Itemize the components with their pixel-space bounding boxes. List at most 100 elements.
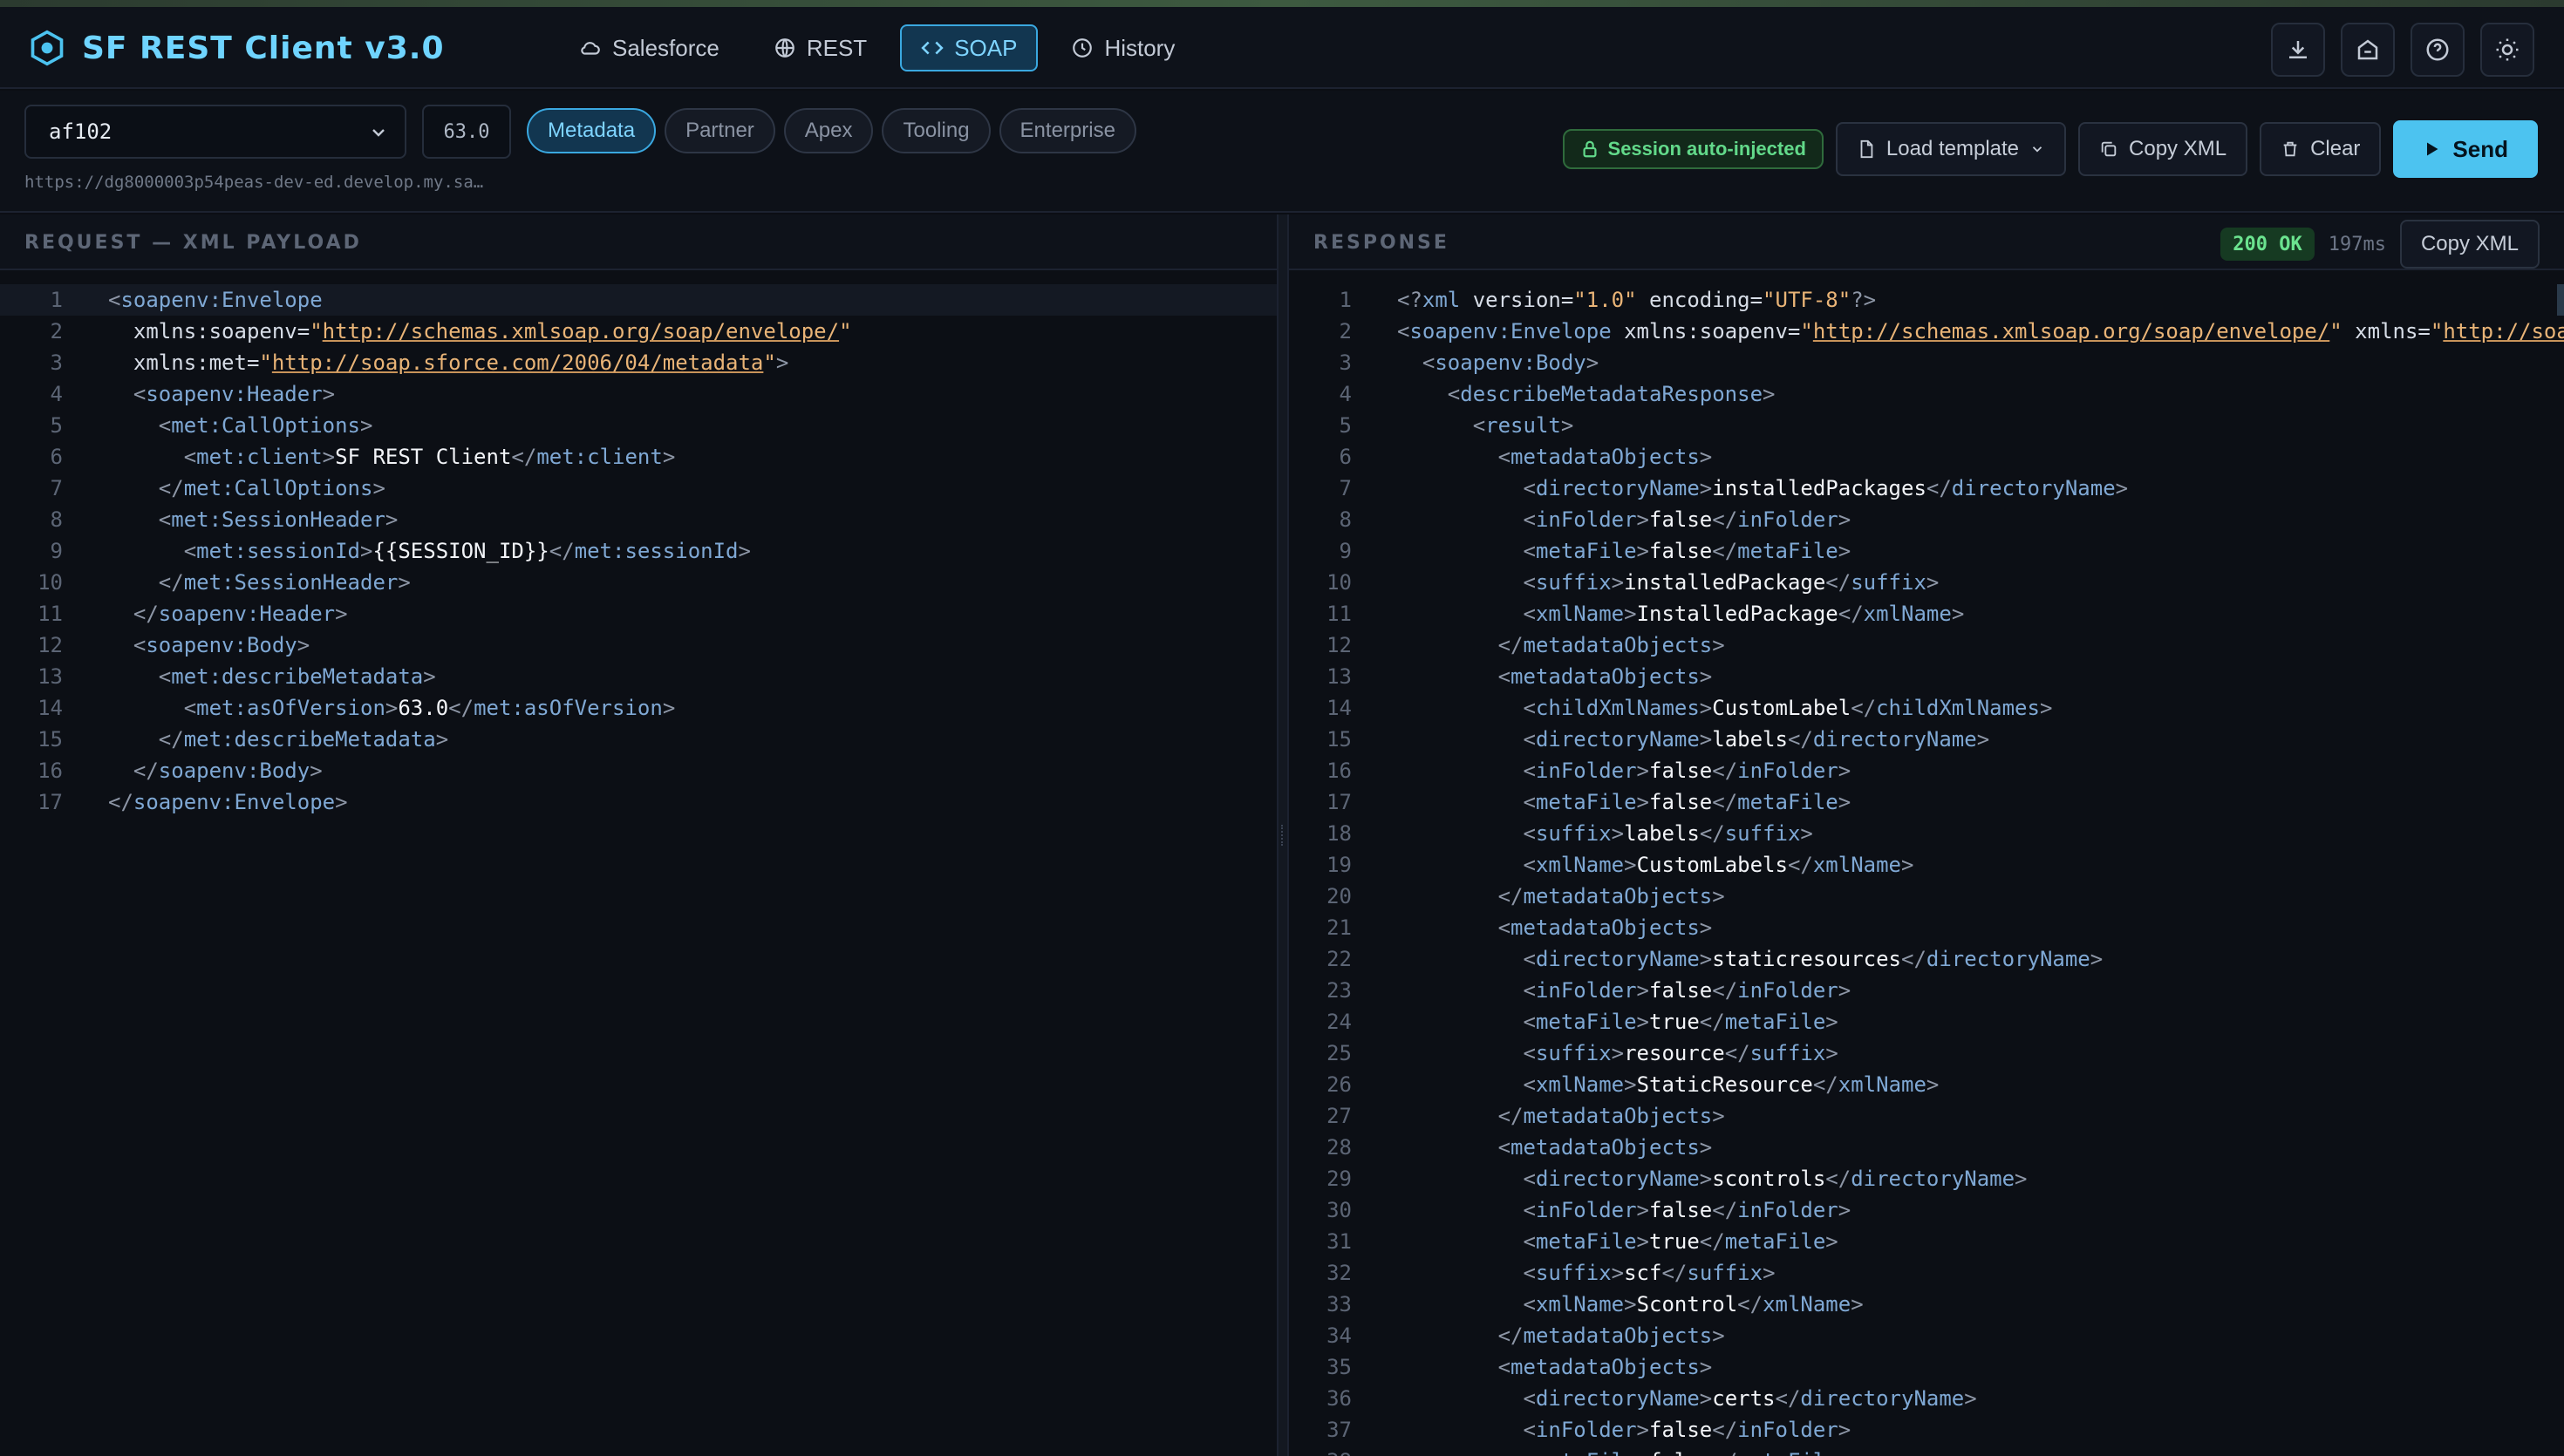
code-text: <xmlName>CustomLabels</xmlName> (1397, 853, 1914, 877)
org-select-value: af102 (49, 119, 113, 144)
help-icon (2426, 38, 2449, 61)
org-select[interactable]: af102 (24, 105, 406, 159)
help-button[interactable] (2411, 23, 2465, 77)
code-text: </soapenv:Body> (108, 759, 323, 783)
code-text: <met:sessionId>{{SESSION_ID}}</met:sessi… (108, 539, 751, 563)
line-number: 3 (1339, 350, 1352, 375)
line-number: 13 (1326, 664, 1352, 689)
code-line: 35 <metadataObjects> (1289, 1351, 2564, 1383)
code-line: 16 </soapenv:Body> (0, 755, 1277, 786)
code-line: 2 <soapenv:Envelope xmlns:soapenv="http:/… (1289, 316, 2564, 347)
nav-tab-label: REST (806, 34, 868, 61)
code-text: <metaFile>false</metaFile> (1352, 1449, 1851, 1456)
code-text: <inFolder>false</inFolder> (1397, 978, 1851, 1003)
window-top-accent (0, 0, 2564, 7)
code-line: 31 <metaFile>true</metaFile> (1289, 1226, 2564, 1257)
code-line: 34 </metadataObjects> (1289, 1320, 2564, 1351)
code-text: <inFolder>false</inFolder> (1397, 1418, 1851, 1442)
panel-resize-handle[interactable] (1279, 214, 1287, 1456)
api-chip-enterprise[interactable]: Enterprise (999, 108, 1136, 153)
code-line: 13 <met:describeMetadata> (0, 661, 1277, 692)
send-button[interactable]: Send (2393, 120, 2538, 178)
code-line: 27 </metadataObjects> (1289, 1100, 2564, 1132)
code-line: 13 <metadataObjects> (1289, 661, 2564, 692)
copy-icon (2101, 141, 2117, 157)
code-line: 15 <directoryName>labels</directoryName> (1289, 724, 2564, 755)
line-number: 1 (50, 288, 63, 312)
code-line: 26 <xmlName>StaticResource</xmlName> (1289, 1069, 2564, 1100)
code-text: <directoryName>certs</directoryName> (1397, 1386, 1977, 1411)
nav-tab-history[interactable]: History (1050, 24, 1196, 71)
code-text: <soapenv:Envelope xmlns:soapenv="http://… (1397, 319, 2564, 344)
code-line: 25 <suffix>resource</suffix> (1289, 1038, 2564, 1069)
line-number: 5 (1339, 413, 1352, 438)
code-text: <xmlName>InstalledPackage</xmlName> (1397, 602, 1965, 626)
nav-tab-salesforce[interactable]: Salesforce (558, 24, 740, 71)
request-panel-header: REQUEST — XML PAYLOAD (0, 214, 1277, 270)
line-number: 37 (1326, 1418, 1352, 1442)
line-number: 15 (1326, 727, 1352, 752)
grip-icon (1281, 825, 1285, 846)
line-number: 27 (1326, 1104, 1352, 1128)
download-button[interactable] (2271, 23, 2325, 77)
line-number: 34 (1326, 1323, 1352, 1348)
request-panel: REQUEST — XML PAYLOAD 1 <soapenv:Envelope… (0, 214, 1279, 1456)
api-chip-metadata[interactable]: Metadata (527, 108, 657, 153)
request-toolbar: af102 63.0 Metadata Partner Apex Tooling… (0, 91, 2564, 213)
theme-toggle-button[interactable] (2480, 23, 2534, 77)
response-panel: RESPONSE 200 OK 197ms Copy XML 1 <?xml ve… (1287, 214, 2564, 1456)
nav-tab-soap[interactable]: SOAP (900, 24, 1039, 71)
code-line: 10 <suffix>installedPackage</suffix> (1289, 567, 2564, 598)
line-number: 9 (1339, 539, 1352, 563)
line-number: 13 (38, 664, 63, 689)
code-text: <inFolder>false</inFolder> (1397, 1198, 1851, 1222)
line-number: 25 (1326, 1041, 1352, 1065)
line-number: 16 (38, 759, 63, 783)
nav-tab-rest[interactable]: REST (753, 24, 888, 71)
line-number: 31 (1326, 1229, 1352, 1254)
api-chip-tooling[interactable]: Tooling (882, 108, 991, 153)
nav-tab-label: Salesforce (612, 34, 719, 61)
api-version-input[interactable]: 63.0 (422, 105, 511, 159)
load-template-button[interactable]: Load template (1835, 122, 2067, 176)
code-text: <soapenv:Body> (108, 633, 310, 657)
code-text: </met:describeMetadata> (108, 727, 449, 752)
line-number: 24 (1326, 1010, 1352, 1034)
code-line: 18 <suffix>labels</suffix> (1289, 818, 2564, 849)
code-line: 8 <inFolder>false</inFolder> (1289, 504, 2564, 535)
line-number: 35 (1326, 1355, 1352, 1379)
line-number: 16 (1326, 759, 1352, 783)
api-chip-partner[interactable]: Partner (665, 108, 775, 153)
line-number: 8 (50, 507, 63, 532)
header-actions (2271, 23, 2534, 77)
response-meta: 200 OK 197ms Copy XML (2220, 220, 2540, 269)
copy-response-button[interactable]: Copy XML (2399, 220, 2540, 269)
clear-button[interactable]: Clear (2260, 122, 2382, 176)
code-line: 32 <suffix>scf</suffix> (1289, 1257, 2564, 1289)
code-text: </metadataObjects> (1397, 1323, 1725, 1348)
code-line: 23 <inFolder>false</inFolder> (1289, 975, 2564, 1006)
code-line: 12 </metadataObjects> (1289, 629, 2564, 661)
line-number: 6 (1339, 445, 1352, 469)
code-line: 3 <soapenv:Body> (1289, 347, 2564, 378)
storage-button[interactable] (2341, 23, 2395, 77)
cloud-icon (581, 42, 600, 55)
code-line: 1 <soapenv:Envelope (0, 284, 1277, 316)
app-header: SF REST Client v3.0 Salesforce REST SOAP… (0, 7, 2564, 89)
api-chip-apex[interactable]: Apex (783, 108, 874, 153)
request-xml-editor[interactable]: 1 <soapenv:Envelope 2 xmlns:soapenv="http:… (0, 284, 1277, 818)
code-line: 17 </soapenv:Envelope> (0, 786, 1277, 818)
code-text: <metaFile>true</metaFile> (1397, 1010, 1838, 1034)
copy-xml-button[interactable]: Copy XML (2078, 122, 2248, 176)
code-text: xmlns:soapenv="http://schemas.xmlsoap.or… (108, 319, 852, 344)
code-text: <met:asOfVersion>63.0</met:asOfVersion> (108, 696, 676, 720)
code-text: <metadataObjects> (1397, 915, 1713, 940)
code-line: 6 <met:client>SF REST Client</met:client… (0, 441, 1277, 473)
code-text: <met:describeMetadata> (108, 664, 436, 689)
response-panel-header: RESPONSE 200 OK 197ms Copy XML (1289, 214, 2564, 270)
lock-icon (1582, 140, 1597, 158)
code-line: 37 <inFolder>false</inFolder> (1289, 1414, 2564, 1446)
session-badge: Session auto-injected (1562, 129, 1824, 169)
code-text: <soapenv:Body> (1397, 350, 1599, 375)
code-text: xmlns:met="http://soap.sforce.com/2006/0… (108, 350, 789, 375)
